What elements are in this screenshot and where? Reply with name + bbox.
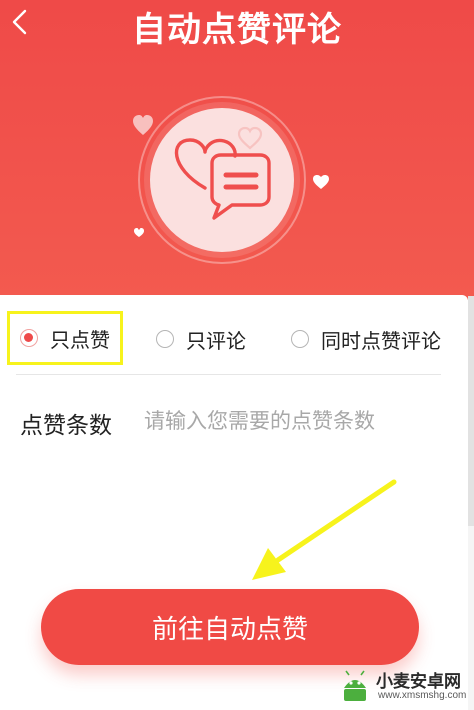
scrollbar[interactable] xyxy=(468,296,474,526)
go-auto-like-button[interactable]: 前往自动点赞 xyxy=(41,589,419,665)
floating-heart-icon xyxy=(133,115,153,135)
hero-circle xyxy=(150,108,294,252)
radio-unselected-icon xyxy=(291,330,309,348)
like-count-input[interactable] xyxy=(144,402,444,440)
like-count-row: 点赞条数 xyxy=(0,398,468,446)
like-count-label: 点赞条数 xyxy=(20,413,112,439)
option-like-and-comment[interactable]: 同时点赞评论 xyxy=(291,315,441,363)
android-logo-icon xyxy=(344,670,366,701)
floating-heart-icon xyxy=(134,228,144,237)
mode-options: 只点赞 只评论 同时点赞评论 xyxy=(0,311,468,367)
option-comment-only[interactable]: 只评论 xyxy=(156,315,246,363)
radio-unselected-icon xyxy=(156,330,174,348)
option-label: 只评论 xyxy=(186,328,246,353)
watermark-title: 小麦安卓网 xyxy=(376,672,461,692)
option-label: 只点赞 xyxy=(50,327,110,352)
divider xyxy=(16,374,441,375)
radio-selected-icon xyxy=(20,329,38,347)
header: 自动点赞评论 xyxy=(0,0,474,300)
go-auto-like-label: 前往自动点赞 xyxy=(151,614,308,645)
option-like-only[interactable]: 只点赞 xyxy=(7,311,123,365)
page-title: 自动点赞评论 xyxy=(132,10,342,50)
floating-heart-icon xyxy=(313,175,329,189)
watermark: 小麦安卓网 www.xmsmshg.com xyxy=(338,664,468,708)
option-label: 同时点赞评论 xyxy=(321,328,441,353)
watermark-url: www.xmsmshg.com xyxy=(378,690,467,701)
